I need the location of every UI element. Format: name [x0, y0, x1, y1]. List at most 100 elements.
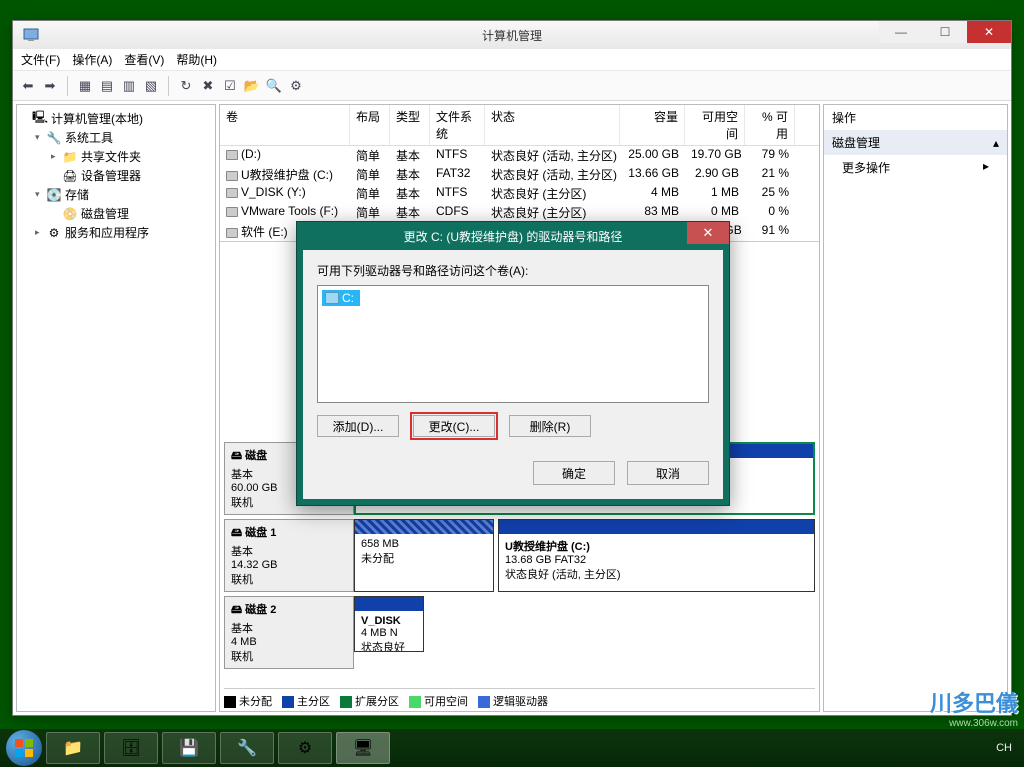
menu-file[interactable]: 文件(F)	[21, 51, 60, 68]
task-mmc[interactable]: 🖥	[336, 732, 390, 764]
legend-logical: 逻辑驱动器	[493, 696, 548, 708]
disk-0-name: 磁盘	[245, 450, 267, 462]
disk-1[interactable]: 🖴 磁盘 1 基本 14.32 GB 联机 658 MB 未分配	[224, 519, 815, 592]
tree-diskmgmt[interactable]: 📀磁盘管理	[19, 204, 213, 223]
list-icon[interactable]: ▤	[98, 77, 116, 95]
tree-services[interactable]: ▸⚙服务和应用程序	[19, 223, 213, 242]
tree-storage[interactable]: ▾💽存储	[19, 185, 213, 204]
titlebar: 计算机管理 — ☐ ✕	[13, 21, 1011, 49]
part-name: V_DISK	[361, 615, 401, 627]
tiles-icon[interactable]: ▦	[76, 77, 94, 95]
toolbar-sep	[67, 76, 68, 96]
disk-0-size: 60.00 GB	[231, 482, 277, 494]
actions-title: 操作	[824, 105, 1007, 130]
ok-button[interactable]: 确定	[533, 461, 615, 485]
disk-1-basic: 基本	[231, 546, 253, 558]
disk-2-partition[interactable]: V_DISK 4 MB N 状态良好	[354, 596, 424, 652]
maximize-button[interactable]: ☐	[923, 21, 967, 43]
legend-free: 可用空间	[424, 696, 468, 708]
menu-view[interactable]: 查看(V)	[124, 51, 164, 68]
part-name: U教授维护盘 (C:)	[505, 541, 590, 553]
toolbar: ⬅ ➡ ▦ ▤ ▥ ▧ ↻ ✖ ☑ 📂 🔍 ⚙	[13, 71, 1011, 101]
app-icon	[23, 27, 39, 43]
watermark-url: www.306w.com	[930, 718, 1018, 729]
search-icon[interactable]: 🔍	[265, 77, 283, 95]
tree-diskmgmt-label: 磁盘管理	[81, 205, 129, 222]
tray-lang[interactable]: CH	[996, 742, 1012, 754]
disk-2-size: 4 MB	[231, 636, 257, 648]
drive-icon	[325, 292, 339, 304]
volume-row[interactable]: VMware Tools (F:)简单基本CDFS状态良好 (主分区)83 MB…	[220, 203, 819, 222]
disk-2-basic: 基本	[231, 623, 253, 635]
close-button[interactable]: ✕	[967, 21, 1011, 43]
disk-1-partition-unalloc[interactable]: 658 MB 未分配	[354, 519, 494, 592]
tree-sharedfolders-label: 共享文件夹	[81, 148, 141, 165]
header-status[interactable]: 状态	[485, 105, 620, 145]
tree-sharedfolders[interactable]: ▸📁共享文件夹	[19, 147, 213, 166]
actions-more[interactable]: 更多操作▸	[824, 155, 1007, 180]
tree-systools-label: 系统工具	[65, 129, 113, 146]
actions-diskmgmt-label: 磁盘管理	[832, 134, 880, 151]
cancel-button[interactable]: 取消	[627, 461, 709, 485]
delete-icon[interactable]: ✖	[199, 77, 217, 95]
task-app2[interactable]: 💾	[162, 732, 216, 764]
disk-2[interactable]: 🖴 磁盘 2 基本 4 MB 联机 V_DISK 4 MB N 状态良好	[224, 596, 815, 669]
menu-help[interactable]: 帮助(H)	[176, 51, 217, 68]
disk-legend: 未分配 主分区 扩展分区 可用空间 逻辑驱动器	[224, 688, 815, 709]
task-explorer[interactable]: 📁	[46, 732, 100, 764]
taskbar: 📁 🗄 💾 🔧 ⚙ 🖥 CH	[0, 729, 1024, 767]
details-icon[interactable]: ▥	[120, 77, 138, 95]
legend-primary: 主分区	[297, 696, 330, 708]
partition-header-bar	[355, 520, 493, 534]
dialog-label: 可用下列驱动器号和路径访问这个卷(A):	[317, 262, 709, 279]
header-volume[interactable]: 卷	[220, 105, 350, 145]
refresh-icon[interactable]: ↻	[177, 77, 195, 95]
dialog-title-text: 更改 C: (U教授维护盘) 的驱动器号和路径	[404, 228, 623, 245]
header-percent[interactable]: % 可用	[745, 105, 795, 145]
volume-row[interactable]: (D:)简单基本NTFS状态良好 (活动, 主分区)25.00 GB19.70 …	[220, 146, 819, 165]
drive-letter: C:	[342, 291, 354, 305]
minimize-button[interactable]: —	[879, 21, 923, 43]
disk-0-status: 联机	[231, 497, 253, 509]
dialog-close-button[interactable]: ✕	[687, 222, 729, 244]
header-capacity[interactable]: 容量	[620, 105, 685, 145]
change-button[interactable]: 更改(C)...	[413, 415, 495, 437]
header-type[interactable]: 类型	[390, 105, 430, 145]
part-status: 未分配	[361, 553, 394, 565]
header-layout[interactable]: 布局	[350, 105, 390, 145]
drive-list-item[interactable]: C:	[322, 290, 360, 306]
delete-button[interactable]: 删除(R)	[509, 415, 591, 437]
tree-systools[interactable]: ▾🔧系统工具	[19, 128, 213, 147]
back-icon[interactable]: ⬅	[19, 77, 37, 95]
header-free[interactable]: 可用空间	[685, 105, 745, 145]
open-icon[interactable]: 📂	[243, 77, 261, 95]
drive-list[interactable]: C:	[317, 285, 709, 403]
volume-row[interactable]: V_DISK (Y:)简单基本NTFS状态良好 (主分区)4 MB1 MB25 …	[220, 184, 819, 203]
detail2-icon[interactable]: ▧	[142, 77, 160, 95]
header-filesystem[interactable]: 文件系统	[430, 105, 485, 145]
disk-1-partition-c[interactable]: U教授维护盘 (C:) 13.68 GB FAT32 状态良好 (活动, 主分区…	[498, 519, 815, 592]
menu-action[interactable]: 操作(A)	[72, 51, 112, 68]
tree-devicemgr-label: 设备管理器	[81, 167, 141, 184]
help-icon[interactable]: ⚙	[287, 77, 305, 95]
actions-more-label: 更多操作	[842, 159, 890, 176]
tree-root[interactable]: 🖳计算机管理(本地)	[19, 109, 213, 128]
partition-header-bar	[355, 597, 423, 611]
actions-diskmgmt[interactable]: 磁盘管理▴	[824, 130, 1007, 155]
task-app3[interactable]: 🔧	[220, 732, 274, 764]
disk-0-basic: 基本	[231, 469, 253, 481]
task-app4[interactable]: ⚙	[278, 732, 332, 764]
tree-storage-label: 存储	[65, 186, 89, 203]
volume-row[interactable]: U教授维护盘 (C:)简单基本FAT32状态良好 (活动, 主分区)13.66 …	[220, 165, 819, 184]
dialog-body: 可用下列驱动器号和路径访问这个卷(A): C: 添加(D)... 更改(C)..…	[303, 250, 723, 499]
tree-devicemgr[interactable]: 🖨设备管理器	[19, 166, 213, 185]
task-app1[interactable]: 🗄	[104, 732, 158, 764]
add-button[interactable]: 添加(D)...	[317, 415, 399, 437]
actions-panel: 操作 磁盘管理▴ 更多操作▸	[823, 104, 1008, 712]
disk-2-status: 联机	[231, 651, 253, 663]
disk-1-status: 联机	[231, 574, 253, 586]
start-button[interactable]	[6, 730, 42, 766]
tree-services-label: 服务和应用程序	[65, 224, 149, 241]
properties-icon[interactable]: ☑	[221, 77, 239, 95]
forward-icon[interactable]: ➡	[41, 77, 59, 95]
